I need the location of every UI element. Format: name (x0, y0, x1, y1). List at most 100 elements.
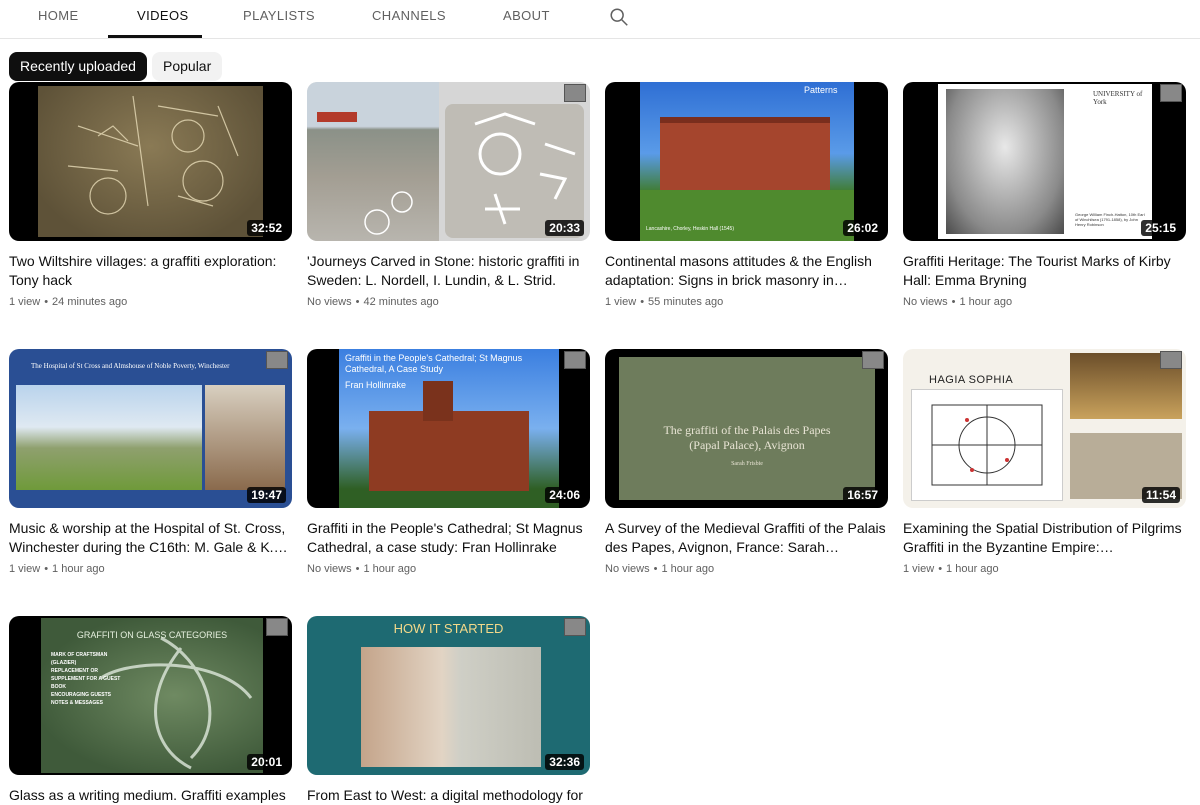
university-logo: UNIVERSITY of York (1093, 90, 1143, 106)
video-meta: No views • 1 hour ago (903, 296, 1013, 308)
church-interior-photo (205, 385, 285, 490)
video-title[interactable]: 'Journeys Carved in Stone: historic graf… (307, 252, 590, 290)
slide-heading: The graffiti of the Palais des Papes (Pa… (663, 423, 831, 452)
chip-popular[interactable]: Popular (152, 52, 223, 81)
slide: UNIVERSITY of York George William Finch-… (938, 84, 1152, 239)
presenter-webcam (564, 84, 586, 102)
st-magnus-cathedral-photo: Graffiti in the People's Cathedral; St M… (339, 349, 559, 508)
video-duration: 20:33 (545, 220, 584, 236)
video-thumbnail[interactable]: Graffiti in the People's Cathedral; St M… (307, 349, 590, 508)
list-item: NOTES & MESSAGES (51, 700, 103, 706)
channel-tabs: HOME VIDEOS PLAYLISTS CHANNELS ABOUT (0, 0, 1200, 39)
video-thumbnail[interactable]: UNIVERSITY of York George William Finch-… (903, 82, 1186, 241)
view-count: No views (903, 296, 948, 308)
presenter-webcam (564, 351, 586, 369)
upload-age: 24 minutes ago (52, 296, 128, 308)
presenter-webcam (1160, 351, 1182, 369)
rock-island-photo (307, 82, 439, 241)
portrait-engraving (946, 89, 1064, 234)
video-meta: 1 view • 24 minutes ago (9, 296, 128, 308)
video-meta: 1 view • 55 minutes ago (605, 296, 724, 308)
floor-plan (911, 389, 1063, 501)
tab-about[interactable]: ABOUT (503, 0, 550, 38)
video-title[interactable]: Two Wiltshire villages: a graffiti explo… (9, 252, 292, 290)
list-item: MARK OF CRAFTSMAN (GLAZIER) (51, 652, 108, 666)
video-title[interactable]: A Survey of the Medieval Graffiti of the… (605, 519, 888, 557)
slide-heading: HAGIA SOPHIA (929, 374, 1014, 386)
chip-recently-uploaded[interactable]: Recently uploaded (9, 52, 147, 81)
video-thumbnail[interactable]: HOW IT STARTED 32:36 (307, 616, 590, 775)
video-duration: 20:01 (247, 754, 286, 770)
video-title[interactable]: Music & worship at the Hospital of St. C… (9, 519, 292, 557)
video-title[interactable]: Continental masons attitudes & the Engli… (605, 252, 888, 290)
slide-heading: The Hospital of St Cross and Almshouse o… (31, 362, 230, 370)
video-meta: No views • 1 hour ago (307, 563, 417, 575)
tab-playlists[interactable]: PLAYLISTS (243, 0, 315, 38)
active-tab-indicator (108, 35, 202, 38)
slide-list: MARK OF CRAFTSMAN (GLAZIER) REPLACEMENT … (51, 651, 131, 707)
video-duration: 11:54 (1141, 487, 1180, 503)
slide-caption: Lancashire, Chorley, Heskin Hall (1545) (646, 226, 735, 232)
video-duration: 25:15 (1141, 220, 1180, 236)
video-thumbnail[interactable]: 32:52 (9, 82, 292, 241)
video-meta: 1 view • 1 hour ago (9, 563, 105, 575)
view-count: 1 view (903, 563, 935, 575)
carved-stone-photo (445, 104, 584, 238)
list-item: ENCOURAGING GUESTS (51, 692, 112, 698)
video-meta: 1 view • 1 hour ago (903, 563, 999, 575)
video-title[interactable]: Graffiti in the People's Cathedral; St M… (307, 519, 590, 557)
upload-age: 1 hour ago (661, 563, 715, 575)
tab-videos[interactable]: VIDEOS (137, 0, 189, 38)
video-thumbnail[interactable]: 20:33 (307, 82, 590, 241)
video-title[interactable]: Graffiti Heritage: The Tourist Marks of … (903, 252, 1186, 290)
video-thumbnail[interactable]: The graffiti of the Palais des Papes (Pa… (605, 349, 888, 508)
slide-author: Fran Hollinrake (345, 380, 407, 390)
view-count: No views (307, 563, 352, 575)
view-count: 1 view (605, 296, 637, 308)
video-meta: No views • 42 minutes ago (307, 296, 439, 308)
graffiti-wall-image (38, 86, 263, 237)
video-thumbnail[interactable]: Patterns Lancashire, Chorley, Heskin Hal… (605, 82, 888, 241)
view-count: 1 view (9, 563, 41, 575)
view-count: 1 view (9, 296, 41, 308)
video-thumbnail[interactable]: HAGIA SOPHIA 11:54 (903, 349, 1186, 508)
video-title[interactable]: Glass as a writing medium. Graffiti exam… (9, 786, 292, 805)
video-duration: 24:06 (545, 487, 584, 503)
video-thumbnail[interactable]: The Hospital of St Cross and Almshouse o… (9, 349, 292, 508)
presenter-webcam (266, 618, 288, 636)
video-duration: 32:36 (545, 754, 584, 770)
slide-author: Sarah Frisbie (731, 461, 763, 467)
upload-age: 1 hour ago (959, 296, 1013, 308)
upload-age: 1 hour ago (363, 563, 417, 575)
upload-age: 1 hour ago (52, 563, 105, 575)
video-duration: 16:57 (843, 487, 882, 503)
slide-heading: Graffiti in the People's Cathedral; St M… (345, 353, 523, 374)
search-icon[interactable] (608, 6, 630, 28)
presenter-webcam (266, 351, 288, 369)
list-item: REPLACEMENT OR SUPPLEMENT FOR A GUEST BO… (51, 668, 121, 690)
upload-age: 1 hour ago (946, 563, 999, 575)
view-count: No views (605, 563, 650, 575)
video-title[interactable]: From East to West: a digital methodology… (307, 786, 590, 805)
video-duration: 26:02 (843, 220, 882, 236)
video-meta: No views • 1 hour ago (605, 563, 715, 575)
heskin-hall-photo: Patterns Lancashire, Chorley, Heskin Hal… (640, 82, 854, 241)
tab-home[interactable]: HOME (38, 0, 79, 38)
tab-channels[interactable]: CHANNELS (372, 0, 446, 38)
upload-age: 42 minutes ago (363, 296, 439, 308)
slide: The graffiti of the Palais des Papes (Pa… (619, 357, 875, 500)
video-title[interactable]: Examining the Spatial Distribution of Pi… (903, 519, 1186, 557)
upload-age: 55 minutes ago (648, 296, 724, 308)
presenter-photo (361, 647, 541, 767)
slide-heading: HOW IT STARTED (393, 621, 504, 636)
slide-caption: George William Finch-Hatton, 10th Earl o… (1075, 212, 1145, 227)
video-duration: 19:47 (247, 487, 286, 503)
view-count: No views (307, 296, 352, 308)
presenter-webcam (1160, 84, 1182, 102)
presenter-webcam (564, 618, 586, 636)
video-thumbnail[interactable]: GRAFFITI ON GLASS CATEGORIES MARK OF CRA… (9, 616, 292, 775)
video-duration: 32:52 (247, 220, 286, 236)
slide-label: Patterns (804, 85, 838, 95)
hospital-exterior-photo (16, 385, 202, 490)
slide-heading: GRAFFITI ON GLASS CATEGORIES (76, 630, 228, 640)
